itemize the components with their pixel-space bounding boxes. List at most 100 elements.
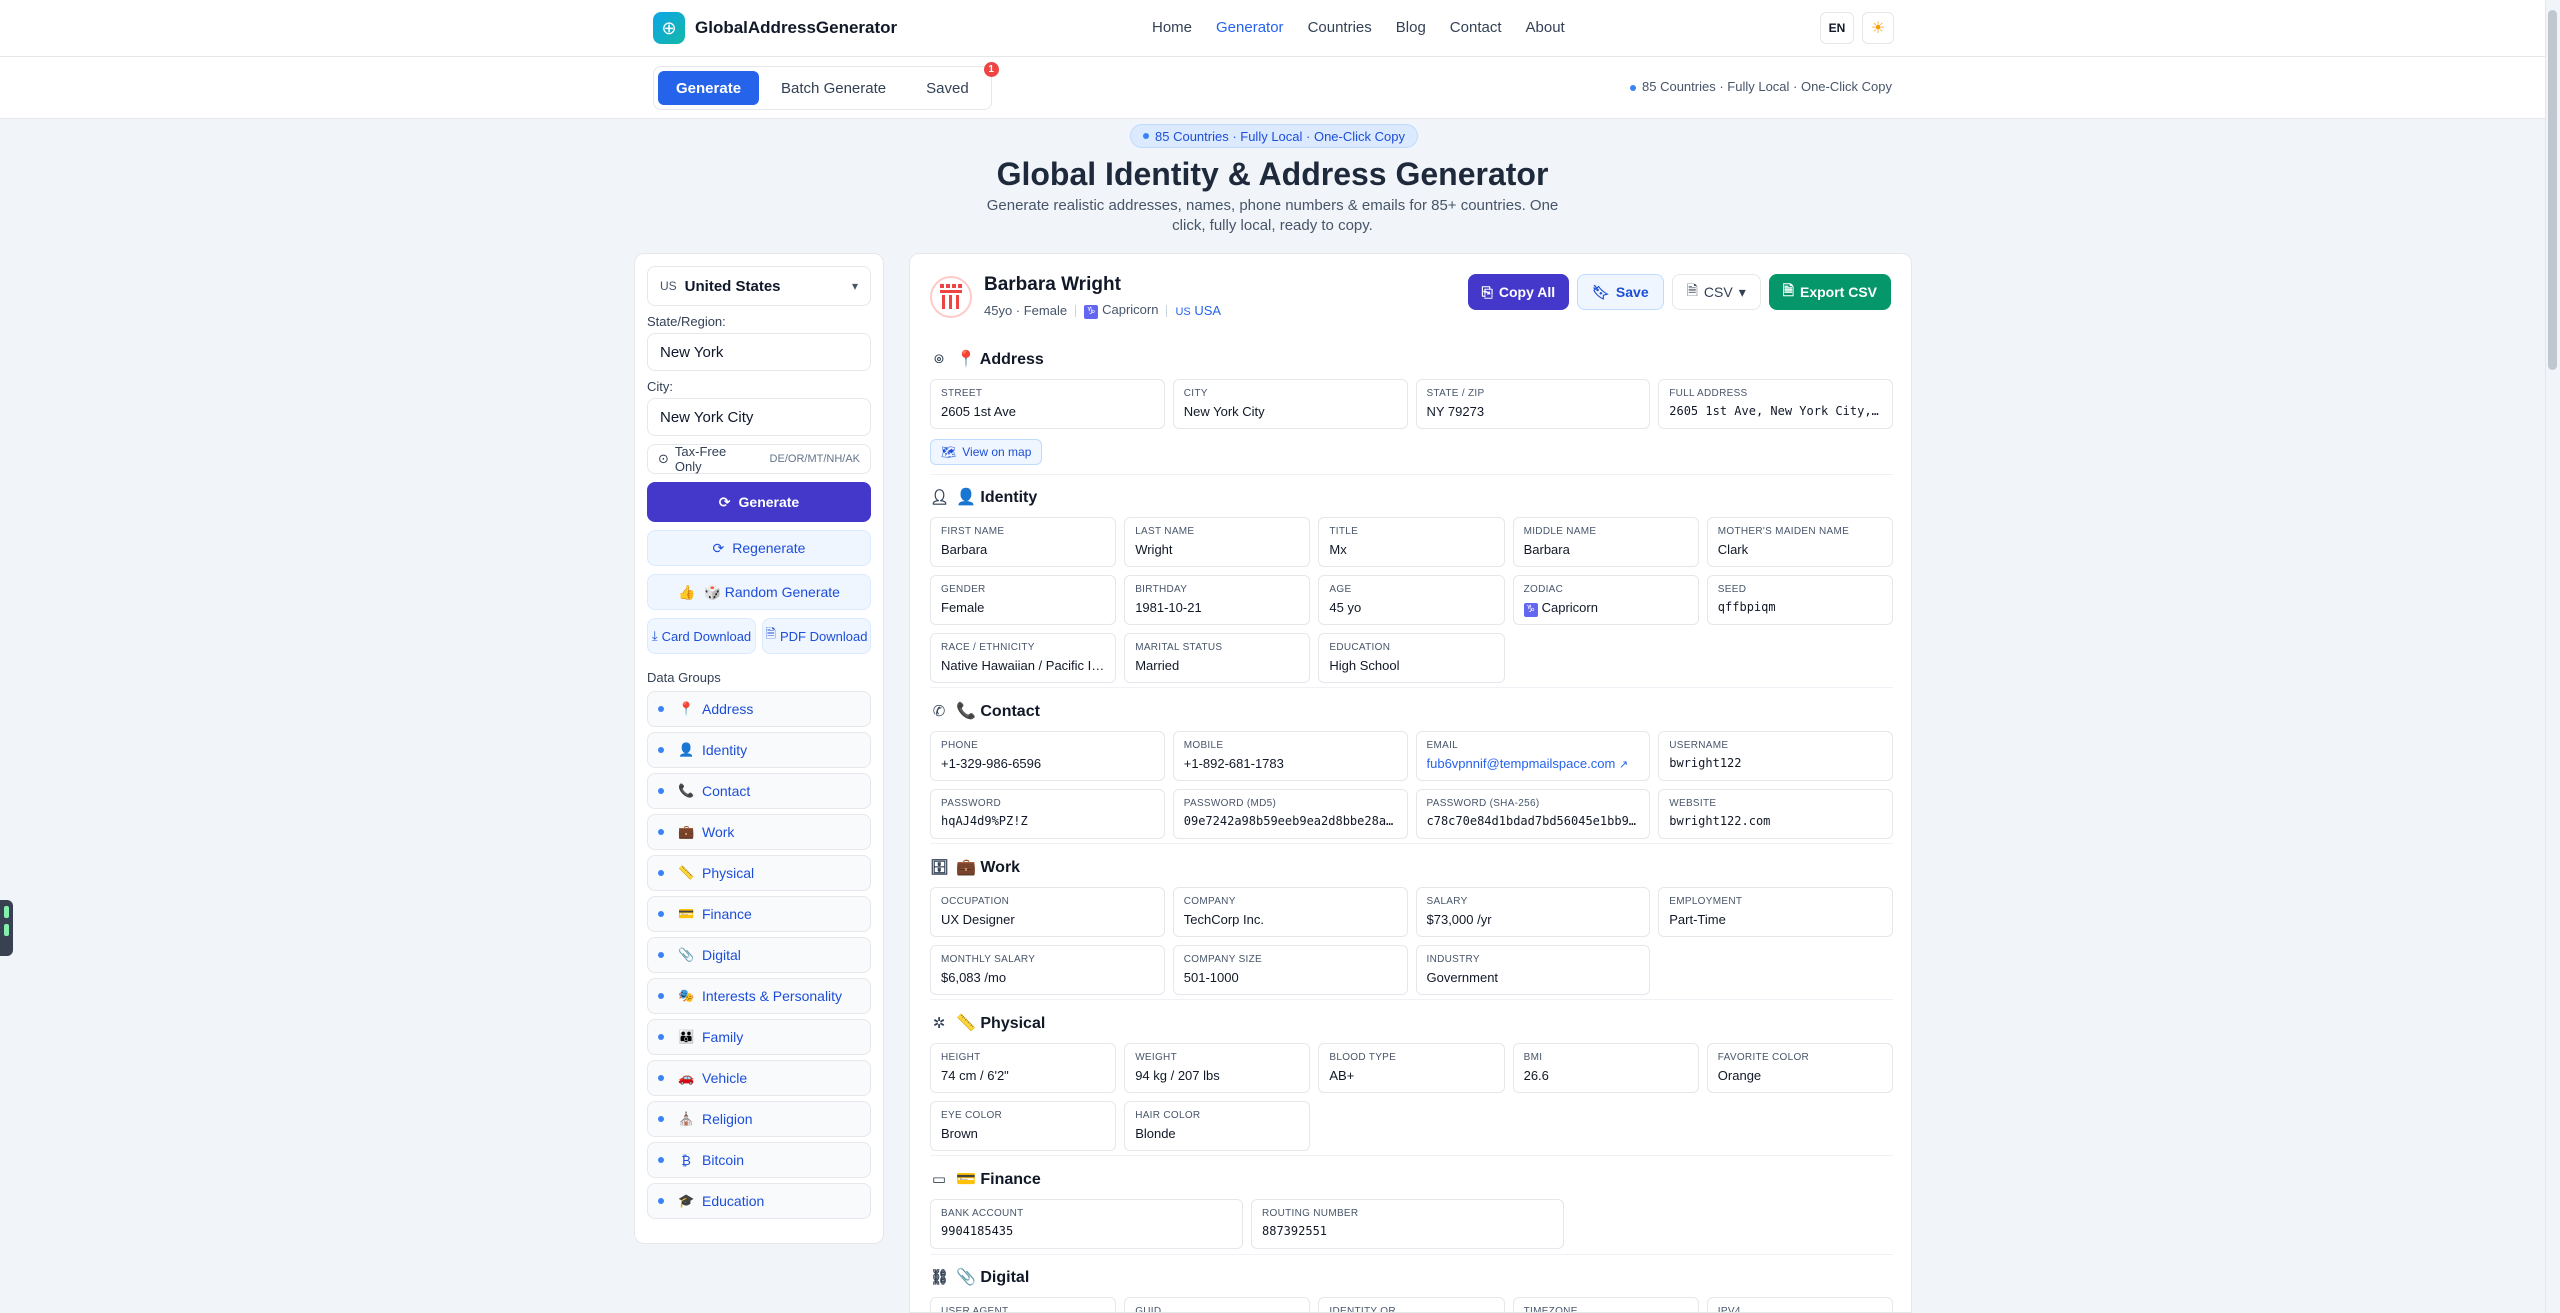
field-eye-color[interactable]: EYE COLOR Brown bbox=[930, 1101, 1117, 1151]
tab-saved[interactable]: Saved 1 bbox=[908, 62, 999, 105]
field-marital-status[interactable]: MARITAL STATUS Married bbox=[1124, 633, 1311, 683]
field-favorite-color[interactable]: FAVORITE COLOR Orange bbox=[1706, 1043, 1893, 1093]
field-height[interactable]: HEIGHT 74 cm / 6'2" bbox=[930, 1043, 1117, 1093]
data-group-work[interactable]: 💼 Work bbox=[647, 814, 871, 850]
data-group-physical[interactable]: 📏 Physical bbox=[647, 855, 871, 891]
data-group-religion[interactable]: ⛪ Religion bbox=[647, 1101, 871, 1137]
page-scrollbar[interactable] bbox=[2545, 0, 2560, 1313]
field-mobile[interactable]: MOBILE +1-892-681-1783 bbox=[1172, 731, 1408, 781]
field-website[interactable]: WEBSITE bwright122.com bbox=[1658, 789, 1893, 839]
field-user-agent[interactable]: USER AGENT bbox=[930, 1297, 1117, 1312]
nav-link-generator[interactable]: Generator bbox=[1216, 19, 1284, 36]
save-button[interactable]: 🔖︎ Save bbox=[1577, 274, 1664, 310]
nav-link-blog[interactable]: Blog bbox=[1396, 19, 1426, 36]
field-label: ROUTING NUMBER bbox=[1262, 1208, 1359, 1219]
data-group-family[interactable]: 👪 Family bbox=[647, 1019, 871, 1055]
field-mother-s-maiden-name[interactable]: MOTHER'S MAIDEN NAME Clark bbox=[1706, 517, 1893, 567]
scrollbar-thumb[interactable] bbox=[2548, 10, 2557, 370]
field-label: EYE COLOR bbox=[941, 1110, 1003, 1121]
export-csv-button[interactable]: 🗎 Export CSV bbox=[1768, 274, 1891, 310]
field-first-name[interactable]: FIRST NAME Barbara bbox=[930, 517, 1117, 567]
field-education[interactable]: EDUCATION High School bbox=[1318, 633, 1505, 683]
dot-icon bbox=[658, 1116, 664, 1122]
view-on-map-button[interactable]: 🗺︎ View on map bbox=[930, 439, 1043, 465]
field-age[interactable]: AGE 45 yo bbox=[1318, 575, 1505, 625]
field-phone[interactable]: PHONE +1-329-986-6596 bbox=[930, 731, 1165, 781]
field-label: LAST NAME bbox=[1135, 526, 1195, 537]
tab-generate[interactable]: Generate bbox=[658, 71, 760, 105]
data-group-finance[interactable]: 💳 Finance bbox=[647, 896, 871, 932]
field-city[interactable]: CITY New York City bbox=[1172, 379, 1408, 429]
nav-link-about[interactable]: About bbox=[1526, 19, 1565, 36]
data-group-education[interactable]: 🎓 Education bbox=[647, 1183, 871, 1219]
copy-all-button[interactable]: ⎘ Copy All bbox=[1467, 274, 1570, 310]
data-group-digital[interactable]: 📎 Digital bbox=[647, 937, 871, 973]
side-drawer-handle[interactable] bbox=[0, 900, 13, 956]
field-full-address[interactable]: FULL ADDRESS 2605 1st Ave, New York City,… bbox=[1658, 379, 1893, 429]
data-group-identity[interactable]: 👤 Identity bbox=[647, 732, 871, 768]
field-employment[interactable]: EMPLOYMENT Part-Time bbox=[1658, 887, 1893, 937]
field-value-text: Clark bbox=[1717, 542, 1749, 557]
data-group-contact[interactable]: 📞 Contact bbox=[647, 773, 871, 809]
field-username[interactable]: USERNAME bwright122 bbox=[1658, 731, 1893, 781]
field-bank-account[interactable]: BANK ACCOUNT 9904185435 bbox=[930, 1199, 1243, 1249]
field-company-size[interactable]: COMPANY SIZE 501-1000 bbox=[1172, 945, 1408, 995]
random-generate-button[interactable]: 👍 🎲 Random Generate bbox=[647, 574, 871, 610]
data-group-vehicle[interactable]: 🚗 Vehicle bbox=[647, 1060, 871, 1096]
capricorn-icon: ♑ bbox=[1523, 603, 1538, 617]
field-seed[interactable]: SEED qffbpiqm bbox=[1706, 575, 1893, 625]
card-download-button[interactable]: ⤓ Card Download bbox=[647, 618, 756, 654]
state-input[interactable]: New York bbox=[647, 333, 871, 371]
field-password[interactable]: PASSWORD hqAJ4d9%PZ!Z bbox=[930, 789, 1165, 839]
field-industry[interactable]: INDUSTRY Government bbox=[1415, 945, 1651, 995]
brand[interactable]: ⊕ GlobalAddressGenerator bbox=[653, 12, 897, 44]
country-select[interactable]: US United States ▾ bbox=[647, 266, 871, 306]
field-guid[interactable]: GUID bbox=[1124, 1297, 1311, 1312]
data-group-interests-personality[interactable]: 🎭 Interests & Personality bbox=[647, 978, 871, 1014]
field-last-name[interactable]: LAST NAME Wright bbox=[1124, 517, 1311, 567]
nav-link-countries[interactable]: Countries bbox=[1308, 19, 1372, 36]
field-monthly-salary[interactable]: MONTHLY SALARY $6,083 /mo bbox=[930, 945, 1165, 995]
city-input[interactable]: New York City bbox=[647, 398, 871, 436]
field-middle-name[interactable]: MIDDLE NAME Barbara bbox=[1512, 517, 1699, 567]
field-state-zip[interactable]: STATE / ZIP NY 79273 bbox=[1415, 379, 1651, 429]
field-company[interactable]: COMPANY TechCorp Inc. bbox=[1172, 887, 1408, 937]
field-ipv4[interactable]: IPV4 bbox=[1706, 1297, 1893, 1312]
field-blood-type[interactable]: BLOOD TYPE AB+ bbox=[1318, 1043, 1505, 1093]
nav-link-home[interactable]: Home bbox=[1152, 19, 1192, 36]
field-email[interactable]: EMAIL fub6vpnnif@tempmailspace.com ↗ bbox=[1415, 731, 1651, 781]
regenerate-button[interactable]: ⟳ Regenerate bbox=[647, 530, 871, 566]
language-button[interactable]: EN bbox=[1820, 12, 1854, 44]
field-bmi[interactable]: BMI 26.6 bbox=[1512, 1043, 1699, 1093]
pdf-download-button[interactable]: 🗎 PDF Download bbox=[762, 618, 871, 654]
field-title[interactable]: TITLE Mx bbox=[1318, 517, 1505, 567]
tab-saved-label: Saved bbox=[926, 79, 969, 97]
tab-batch-generate[interactable]: Batch Generate bbox=[763, 71, 904, 105]
field-routing-number[interactable]: ROUTING NUMBER 887392551 bbox=[1251, 1199, 1564, 1249]
field-gender[interactable]: GENDER Female bbox=[930, 575, 1117, 625]
field-identity-qr[interactable]: IDENTITY QR bbox=[1318, 1297, 1505, 1312]
field-birthday[interactable]: BIRTHDAY 1981-10-21 bbox=[1124, 575, 1311, 625]
section-digital: ⛓︎ 📎 Digital USER AGENT GUID IDENTITY QR TIM… bbox=[930, 1265, 1893, 1312]
field-occupation[interactable]: OCCUPATION UX Designer bbox=[930, 887, 1165, 937]
field-hair-color[interactable]: HAIR COLOR Blonde bbox=[1124, 1101, 1311, 1151]
data-group-bitcoin[interactable]: ₿ Bitcoin bbox=[647, 1142, 871, 1178]
field-timezone[interactable]: TIMEZONE bbox=[1512, 1297, 1699, 1312]
features-pill: 85 Countries · Fully Local · One-Click C… bbox=[1130, 124, 1418, 148]
field-password-sha-256[interactable]: PASSWORD (SHA-256) c78c70e84d1bdad7bd5604… bbox=[1415, 789, 1651, 839]
nav-link-contact[interactable]: Contact bbox=[1450, 19, 1502, 36]
field-label: HEIGHT bbox=[941, 1052, 981, 1063]
field-street[interactable]: STREET 2605 1st Ave bbox=[930, 379, 1165, 429]
field-salary[interactable]: SALARY $73,000 /yr bbox=[1415, 887, 1651, 937]
field-zodiac[interactable]: ZODIAC ♑ Capricorn bbox=[1512, 575, 1699, 625]
generate-button[interactable]: ⟳ Generate bbox=[647, 482, 871, 522]
sun-icon[interactable]: ☀ bbox=[1862, 12, 1894, 44]
data-group-address[interactable]: 📍 Address bbox=[647, 691, 871, 727]
field-value: 2605 1st Ave bbox=[941, 404, 1154, 419]
format-select[interactable]: 🗎 CSV ▾ bbox=[1671, 274, 1761, 310]
field-weight[interactable]: WEIGHT 94 kg / 207 lbs bbox=[1124, 1043, 1311, 1093]
field-password-md5[interactable]: PASSWORD (MD5) 09e7242a98b59eeb9ea2d8bbe2… bbox=[1172, 789, 1408, 839]
field-value: ♑ Capricorn bbox=[1523, 600, 1688, 617]
field-race-ethnicity[interactable]: RACE / ETHNICITY Native Hawaiian / Pacifi… bbox=[930, 633, 1117, 683]
tax-free-toggle[interactable]: ⊙ Tax-Free Only DE/OR/MT/NH/AK bbox=[647, 444, 871, 474]
